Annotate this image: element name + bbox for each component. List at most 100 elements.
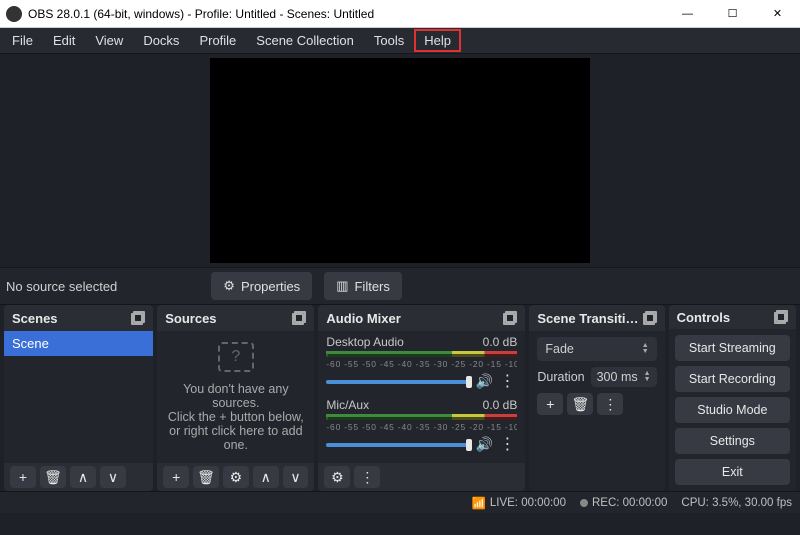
transitions-panel: Scene Transiti… Fade ▲▼ Duration 300 ms … bbox=[529, 305, 664, 491]
sources-empty[interactable]: ? You don't have any sources. Click the … bbox=[157, 331, 314, 463]
popout-icon[interactable] bbox=[503, 311, 517, 325]
menu-help[interactable]: Help bbox=[414, 29, 461, 52]
transition-select[interactable]: Fade ▲▼ bbox=[537, 337, 656, 361]
menu-view[interactable]: View bbox=[85, 29, 133, 52]
scene-item[interactable]: Scene bbox=[4, 331, 153, 356]
channel-name: Desktop Audio bbox=[326, 335, 403, 349]
source-properties-button[interactable]: ⚙ bbox=[223, 466, 249, 488]
stream-status: 📶 LIVE: 00:00:00 bbox=[472, 496, 566, 510]
window-titlebar: OBS 28.0.1 (64-bit, windows) - Profile: … bbox=[0, 0, 800, 28]
add-source-button[interactable]: + bbox=[163, 466, 189, 488]
popout-icon[interactable] bbox=[131, 311, 145, 325]
meter-scale: -60 -55 -50 -45 -40 -35 -30 -25 -20 -15 … bbox=[326, 422, 517, 432]
trash-icon: 🗑 bbox=[44, 469, 62, 486]
trash-icon: 🗑 bbox=[197, 469, 215, 486]
transition-menu-button[interactable]: ⋮ bbox=[597, 393, 623, 415]
minimize-button[interactable]: — bbox=[665, 0, 710, 28]
sources-header[interactable]: Sources bbox=[157, 305, 314, 331]
volume-slider[interactable] bbox=[326, 380, 472, 384]
remove-transition-button[interactable]: 🗑 bbox=[567, 393, 593, 415]
move-scene-up-button[interactable]: ∧ bbox=[70, 466, 96, 488]
add-transition-button[interactable]: + bbox=[537, 393, 563, 415]
sources-empty-line2: Click the + button below, bbox=[168, 410, 304, 424]
filters-icon: ▥ bbox=[336, 278, 348, 294]
sources-footer: + 🗑 ⚙ ∧ ∨ bbox=[157, 463, 314, 491]
window-title: OBS 28.0.1 (64-bit, windows) - Profile: … bbox=[28, 7, 665, 21]
updown-icon: ▲▼ bbox=[644, 371, 651, 383]
volume-slider[interactable] bbox=[326, 443, 472, 447]
scenes-panel: Scenes Scene + 🗑 ∧ ∨ bbox=[4, 305, 153, 491]
duration-spinner[interactable]: 300 ms ▲▼ bbox=[591, 367, 657, 387]
docks-row: Scenes Scene + 🗑 ∧ ∨ Sources ? You don't… bbox=[0, 305, 800, 491]
exit-button[interactable]: Exit bbox=[675, 459, 790, 485]
channel-name: Mic/Aux bbox=[326, 398, 369, 412]
add-scene-button[interactable]: + bbox=[10, 466, 36, 488]
move-scene-down-button[interactable]: ∨ bbox=[100, 466, 126, 488]
move-source-up-button[interactable]: ∧ bbox=[253, 466, 279, 488]
audio-meter bbox=[326, 414, 517, 420]
mixer-menu-button[interactable]: ⋮ bbox=[354, 466, 380, 488]
gear-icon: ⚙ bbox=[331, 469, 344, 486]
sources-empty-line1: You don't have any sources. bbox=[165, 382, 306, 410]
advanced-audio-button[interactable]: ⚙ bbox=[324, 466, 350, 488]
popout-icon[interactable] bbox=[774, 310, 788, 324]
speaker-icon[interactable]: 🔊 bbox=[476, 373, 493, 390]
trash-icon: 🗑 bbox=[571, 396, 589, 413]
cpu-status: CPU: 3.5%, 30.00 fps bbox=[681, 497, 792, 509]
start-streaming-button[interactable]: Start Streaming bbox=[675, 335, 790, 361]
menubar: File Edit View Docks Profile Scene Colle… bbox=[0, 28, 800, 54]
channel-level: 0.0 dB bbox=[483, 398, 518, 412]
settings-button[interactable]: Settings bbox=[675, 428, 790, 454]
transitions-header[interactable]: Scene Transiti… bbox=[529, 305, 664, 331]
duration-label: Duration bbox=[537, 370, 584, 384]
cpu-text: CPU: 3.5%, 30.00 fps bbox=[681, 497, 792, 509]
sources-panel: Sources ? You don't have any sources. Cl… bbox=[157, 305, 314, 491]
remove-source-button[interactable]: 🗑 bbox=[193, 466, 219, 488]
preview-canvas[interactable] bbox=[210, 58, 590, 263]
popout-icon[interactable] bbox=[292, 311, 306, 325]
gear-icon: ⚙ bbox=[223, 278, 235, 294]
speaker-icon[interactable]: 🔊 bbox=[476, 436, 493, 453]
scenes-header[interactable]: Scenes bbox=[4, 305, 153, 331]
controls-header[interactable]: Controls bbox=[669, 305, 796, 329]
duration-value: 300 ms bbox=[597, 370, 638, 384]
menu-profile[interactable]: Profile bbox=[189, 29, 246, 52]
meter-scale: -60 -55 -50 -45 -40 -35 -30 -25 -20 -15 … bbox=[326, 359, 517, 369]
properties-button[interactable]: ⚙ Properties bbox=[211, 272, 312, 300]
menu-file[interactable]: File bbox=[2, 29, 43, 52]
rec-time: REC: 00:00:00 bbox=[592, 497, 667, 509]
source-toolbar: No source selected ⚙ Properties ▥ Filter… bbox=[0, 267, 800, 305]
menu-scene-collection[interactable]: Scene Collection bbox=[246, 29, 364, 52]
live-time: LIVE: 00:00:00 bbox=[490, 497, 566, 509]
menu-tools[interactable]: Tools bbox=[364, 29, 414, 52]
menu-edit[interactable]: Edit bbox=[43, 29, 85, 52]
studio-mode-button[interactable]: Studio Mode bbox=[675, 397, 790, 423]
signal-icon: 📶 bbox=[472, 496, 486, 510]
record-dot-icon bbox=[580, 499, 588, 507]
controls-panel: Controls Start Streaming Start Recording… bbox=[669, 305, 796, 491]
panel-title: Scenes bbox=[12, 311, 58, 326]
menu-docks[interactable]: Docks bbox=[133, 29, 189, 52]
mixer-footer: ⚙ ⋮ bbox=[318, 463, 525, 491]
popout-icon[interactable] bbox=[643, 311, 657, 325]
status-bar: 📶 LIVE: 00:00:00 REC: 00:00:00 CPU: 3.5%… bbox=[0, 491, 800, 513]
question-icon: ? bbox=[218, 342, 254, 372]
app-icon bbox=[6, 6, 22, 22]
filters-button[interactable]: ▥ Filters bbox=[324, 272, 402, 300]
close-button[interactable]: ✕ bbox=[755, 0, 800, 28]
panel-title: Controls bbox=[677, 310, 730, 325]
channel-level: 0.0 dB bbox=[483, 335, 518, 349]
preview-area bbox=[0, 54, 800, 267]
gear-icon: ⚙ bbox=[230, 469, 243, 486]
record-status: REC: 00:00:00 bbox=[580, 497, 667, 509]
maximize-button[interactable]: ☐ bbox=[710, 0, 755, 28]
move-source-down-button[interactable]: ∨ bbox=[283, 466, 309, 488]
mixer-header[interactable]: Audio Mixer bbox=[318, 305, 525, 331]
transition-value: Fade bbox=[545, 342, 574, 356]
scenes-footer: + 🗑 ∧ ∨ bbox=[4, 463, 153, 491]
start-recording-button[interactable]: Start Recording bbox=[675, 366, 790, 392]
sources-empty-line3: or right click here to add one. bbox=[165, 424, 306, 452]
remove-scene-button[interactable]: 🗑 bbox=[40, 466, 66, 488]
panel-title: Audio Mixer bbox=[326, 311, 400, 326]
panel-title: Scene Transiti… bbox=[537, 311, 638, 326]
